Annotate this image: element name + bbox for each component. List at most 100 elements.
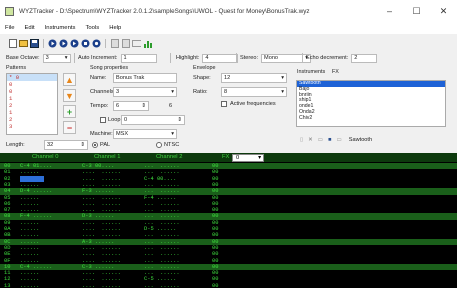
note-cell[interactable]: ...... bbox=[20, 283, 39, 288]
pal-radio[interactable] bbox=[92, 142, 98, 148]
chevron-down-icon: ▾ bbox=[258, 155, 261, 161]
machine-field: Machine: MSX ▾ bbox=[90, 129, 177, 139]
new-file-icon[interactable] bbox=[8, 38, 17, 48]
loop-input[interactable]: 0 ⇕ bbox=[121, 115, 185, 125]
instrument-toolbar: ▯ ✕ ▭ ■ ▭ Sawtooth bbox=[300, 137, 372, 143]
shape-field: Shape: 12 ▾ bbox=[193, 73, 287, 83]
tab-fx[interactable]: FX bbox=[332, 69, 339, 75]
list-item[interactable]: 2 bbox=[7, 102, 57, 109]
patterns-list[interactable]: * 0 0 0 1 2 1 2 3 bbox=[6, 73, 58, 135]
pal-option[interactable]: PAL bbox=[92, 142, 110, 148]
auto-increment-input[interactable]: 1 bbox=[120, 53, 157, 63]
channel-0-header: Channel 0 bbox=[32, 154, 59, 160]
ntsc-option[interactable]: NTSC bbox=[156, 142, 179, 148]
ratio-select[interactable]: 8 ▾ bbox=[221, 87, 287, 97]
arrow-up-icon[interactable]: ▲ bbox=[63, 73, 76, 86]
play-from-icon[interactable] bbox=[70, 39, 79, 48]
divider bbox=[74, 53, 75, 63]
ratio-label: Ratio: bbox=[193, 89, 208, 95]
menu-instruments[interactable]: Instruments bbox=[40, 25, 81, 31]
record-icon[interactable] bbox=[92, 39, 101, 48]
export-icon[interactable] bbox=[110, 38, 119, 48]
shape-value: 12 bbox=[224, 75, 231, 81]
save-icon[interactable] bbox=[30, 38, 39, 48]
divider bbox=[170, 53, 171, 63]
list-item[interactable]: 1 bbox=[7, 109, 57, 116]
new-instrument-icon[interactable]: ▯ bbox=[300, 137, 303, 143]
menu-file[interactable]: File bbox=[0, 25, 20, 31]
save-instrument-icon[interactable]: ■ bbox=[328, 137, 331, 143]
highlight-input[interactable]: 4 bbox=[202, 53, 239, 63]
divider bbox=[236, 53, 237, 63]
list-item[interactable]: 2 bbox=[7, 116, 57, 123]
machine-value: MSX bbox=[116, 131, 129, 137]
menu-edit[interactable]: Edit bbox=[20, 25, 40, 31]
list-item[interactable]: 0 bbox=[7, 81, 57, 88]
toolbar-separator bbox=[43, 38, 44, 48]
copy-instrument-icon[interactable]: ▭ bbox=[318, 137, 323, 143]
list-item[interactable]: 0 bbox=[7, 88, 57, 95]
channels-select[interactable]: 3 ▾ bbox=[113, 87, 177, 97]
tempo-value: 6 bbox=[116, 103, 120, 109]
fx-value: 0 bbox=[236, 155, 240, 161]
stereo-select[interactable]: Mono ▾ bbox=[261, 53, 312, 63]
instruments-list[interactable]: Sawtooth Bajo bnriin ship1 onde1 Onda2 C… bbox=[296, 80, 446, 127]
menu-tools[interactable]: Tools bbox=[80, 25, 104, 31]
echo-decrement-field: Echo decrement: 2 bbox=[306, 52, 378, 64]
list-item[interactable]: * 0 bbox=[7, 74, 57, 81]
minus-icon[interactable]: − bbox=[63, 121, 76, 134]
song-name-input[interactable]: Bonus Trak bbox=[113, 73, 177, 83]
envelope-title: Envelope bbox=[193, 65, 216, 71]
machine-select[interactable]: MSX ▾ bbox=[113, 129, 177, 139]
active-frequencies-field[interactable]: Active frequencies bbox=[221, 101, 276, 107]
pattern-editor[interactable]: Channel 0 Channel 1 Channel 2 FX 0 ▾ 00 C… bbox=[0, 153, 457, 288]
fx-cell[interactable]: 00 bbox=[212, 283, 218, 288]
list-item[interactable]: 1 bbox=[7, 95, 57, 102]
close-button[interactable]: ✕ bbox=[430, 0, 457, 22]
base-octave-field: Base Octave: 3 ▾ bbox=[6, 52, 71, 64]
name-label: Name: bbox=[90, 75, 107, 81]
list-item[interactable]: Chiv2 bbox=[297, 115, 445, 122]
minimize-button[interactable]: – bbox=[376, 0, 403, 22]
fx-select[interactable]: 0 ▾ bbox=[232, 154, 264, 162]
length-input[interactable]: 32 ⇕ bbox=[44, 140, 88, 150]
play-pattern-icon[interactable] bbox=[59, 39, 68, 48]
table-row[interactable]: 13...... .... ...... ... ...... 00 bbox=[0, 283, 457, 288]
stop-icon[interactable] bbox=[81, 39, 90, 48]
note-cell[interactable]: .... ...... bbox=[82, 283, 121, 288]
delete-icon[interactable]: ✕ bbox=[308, 137, 313, 143]
length-label: Length: bbox=[6, 142, 25, 148]
loop-checkbox[interactable] bbox=[100, 117, 106, 123]
copy-icon[interactable] bbox=[121, 38, 130, 48]
ratio-field: Ratio: 8 ▾ bbox=[193, 87, 287, 97]
open-instrument-icon[interactable]: ▭ bbox=[336, 137, 341, 143]
open-icon[interactable] bbox=[19, 39, 28, 48]
menu-help[interactable]: Help bbox=[104, 25, 126, 31]
current-instrument-label: Sawtooth bbox=[348, 137, 373, 143]
tab-instruments[interactable]: Instruments bbox=[297, 69, 325, 75]
shape-select[interactable]: 12 ▾ bbox=[221, 73, 287, 83]
arrow-down-icon[interactable]: ▼ bbox=[63, 89, 76, 102]
spinner-icon: ⇕ bbox=[141, 103, 146, 109]
chevron-down-icon: ▾ bbox=[171, 131, 174, 137]
toolbar bbox=[8, 36, 152, 50]
divider bbox=[302, 53, 303, 63]
note-cell[interactable]: ... ...... bbox=[144, 283, 180, 288]
chart-icon[interactable] bbox=[143, 39, 152, 48]
song-name-field: Name: Bonus Trak bbox=[90, 73, 177, 83]
tempo-label: Tempo: bbox=[90, 103, 109, 109]
plus-icon[interactable]: + bbox=[63, 105, 76, 118]
maximize-button[interactable]: ☐ bbox=[403, 0, 430, 22]
psg-icon[interactable] bbox=[132, 39, 141, 48]
play-song-icon[interactable] bbox=[48, 39, 57, 48]
machine-label: Machine: bbox=[90, 131, 113, 137]
list-item[interactable]: 3 bbox=[7, 123, 57, 130]
length-value: 32 bbox=[47, 142, 54, 148]
base-octave-select[interactable]: 3 ▾ bbox=[42, 53, 71, 63]
tempo-input[interactable]: 6 ⇕ bbox=[113, 101, 149, 111]
stereo-value: Mono bbox=[264, 55, 279, 61]
echo-decrement-input[interactable]: 2 bbox=[351, 53, 378, 63]
ntsc-radio[interactable] bbox=[156, 142, 162, 148]
base-octave-value: 3 bbox=[45, 55, 49, 61]
active-frequencies-checkbox[interactable] bbox=[221, 101, 227, 107]
